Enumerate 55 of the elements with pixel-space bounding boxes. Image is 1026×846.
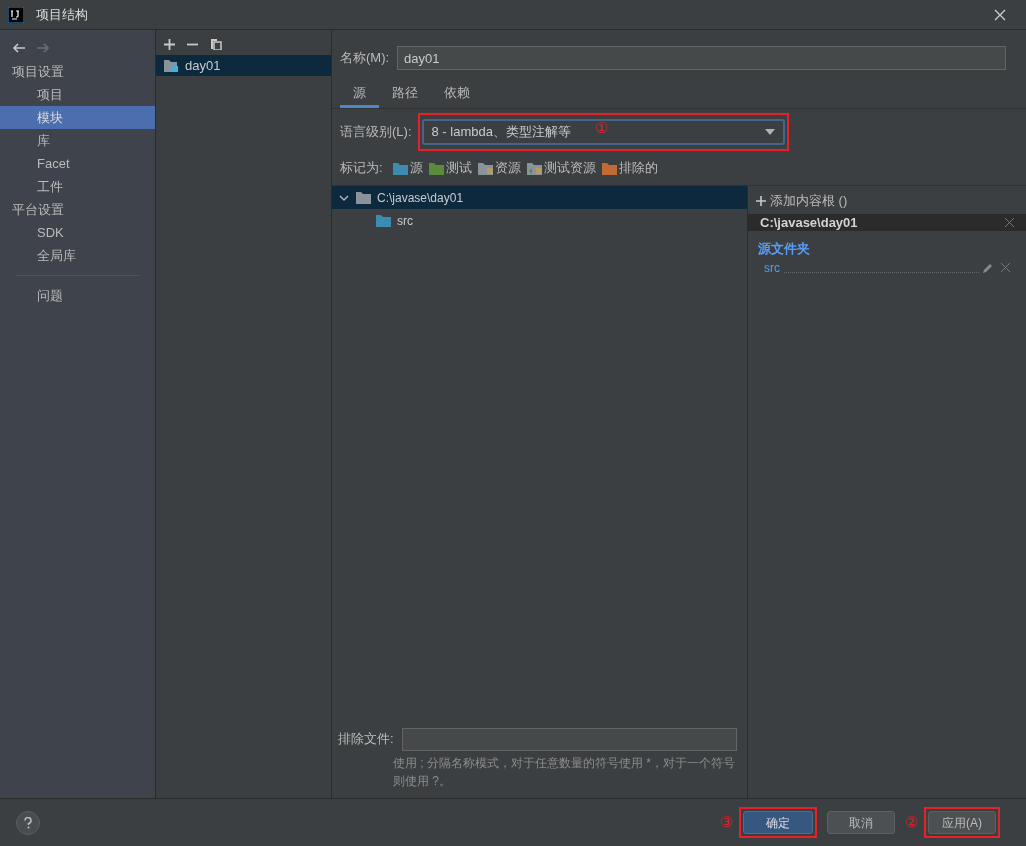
plus-icon[interactable]	[756, 196, 766, 206]
sidebar-heading: 项目设置	[11, 63, 65, 81]
tab[interactable]: 依赖	[431, 82, 483, 108]
plus-icon[interactable]	[164, 38, 175, 50]
exclude-field[interactable]	[401, 727, 737, 751]
name-field[interactable]: day01	[397, 46, 1006, 70]
add-content-root-link[interactable]: 添加内容根 ()	[770, 191, 848, 211]
sidebar-item[interactable]: SDK	[0, 221, 155, 244]
help-button[interactable]	[16, 810, 40, 835]
pencil-icon[interactable]	[983, 262, 993, 273]
ok-button[interactable]: 确定	[743, 811, 813, 834]
mark-as-button[interactable]: 排除的	[601, 158, 658, 178]
close-icon[interactable]	[994, 8, 1006, 21]
window-title: 项目结构	[36, 5, 88, 24]
close-icon[interactable]	[1005, 218, 1014, 227]
annotation-number: ③	[720, 812, 733, 833]
copy-icon[interactable]	[210, 38, 222, 50]
folder-icon	[376, 214, 391, 227]
sidebar-item[interactable]: 全局库	[0, 244, 155, 267]
module-item[interactable]: day01	[156, 55, 331, 76]
source-folder-path: src	[764, 259, 780, 277]
dialog-button[interactable]: 取消	[827, 811, 895, 834]
dropdown-arrow-icon	[764, 129, 775, 135]
back-arrow-icon[interactable]	[12, 43, 25, 53]
sidebar-item[interactable]: Facet	[0, 152, 155, 175]
annotation-number: ②	[905, 812, 918, 833]
annotation-number: ①	[594, 118, 608, 138]
help-icon	[24, 816, 32, 829]
exclude-hint: 使用 ; 分隔名称模式，对于任意数量的符号使用 *，对于一个符号则使用 ?。	[392, 755, 736, 790]
tab[interactable]: 源	[340, 82, 379, 108]
sidebar-item[interactable]: 项目	[0, 83, 155, 106]
sidebar-item[interactable]: 工件	[0, 175, 155, 198]
tab[interactable]: 路径	[379, 82, 431, 108]
source-folders-heading: 源文件夹	[757, 240, 811, 258]
tree-label: C:\javase\day01	[377, 189, 464, 207]
mark-as-button[interactable]: 测试资源	[526, 158, 596, 178]
mark-as-button[interactable]: 测试	[428, 158, 472, 178]
tree-label: src	[397, 212, 413, 230]
module-folder-icon	[164, 59, 179, 72]
sidebar-item[interactable]: 问题	[0, 284, 155, 307]
dialog-button[interactable]: 应用(A)	[928, 811, 996, 834]
app-logo-icon	[8, 6, 24, 23]
mark-as-button[interactable]: 源	[392, 158, 423, 178]
sidebar-item[interactable]: 库	[0, 129, 155, 152]
exclude-label: 排除文件:	[338, 730, 394, 749]
mark-as-button[interactable]: 资源	[477, 158, 521, 178]
folder-icon	[356, 191, 371, 204]
content-root-header: C:\javase\day01	[748, 214, 1026, 231]
sidebar-item[interactable]: 模块	[0, 106, 155, 129]
name-label: 名称(M):	[340, 49, 390, 68]
language-level-label: 语言级别(L):	[340, 123, 412, 142]
mark-as-label: 标记为:	[340, 159, 383, 178]
tree-row[interactable]: C:\javase\day01	[332, 186, 747, 209]
tree-row[interactable]: src	[332, 209, 747, 232]
sidebar-heading: 平台设置	[11, 201, 65, 219]
